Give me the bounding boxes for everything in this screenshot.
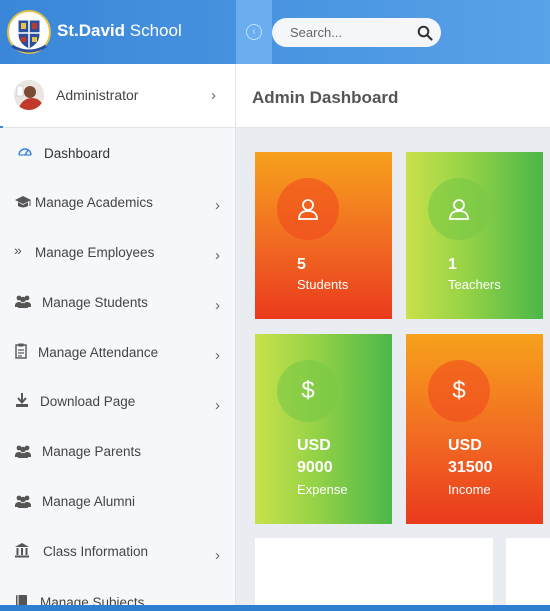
chevron-right-icon: › <box>215 197 220 214</box>
sidebar-item-label: Manage Attendance <box>38 345 159 360</box>
users-icon <box>15 495 31 508</box>
sidebar-item-manage-parents[interactable]: Manage Parents <box>0 428 235 476</box>
chevron-right-icon: › <box>215 547 220 564</box>
chevron-right-icon: › <box>215 297 220 314</box>
download-icon <box>16 393 28 407</box>
brand[interactable]: St.David School <box>0 0 236 64</box>
dashboard-content: 5 Students 1 Teachers $ USD 9000 Expense… <box>236 128 550 611</box>
user-icon-circle <box>428 178 490 240</box>
card-currency: USD <box>297 437 331 454</box>
dollar-icon: $ <box>301 377 315 404</box>
card-label: Income <box>448 482 491 497</box>
card-label: Teachers <box>448 277 501 292</box>
sidebar-item-manage-academics[interactable]: Manage Academics › <box>0 178 235 226</box>
teachers-card[interactable]: 1 Teachers <box>406 152 543 319</box>
sidebar-item-class-information[interactable]: Class Information › <box>0 528 235 576</box>
sidebar-item-manage-attendance[interactable]: Manage Attendance › <box>0 328 235 376</box>
school-logo-icon <box>7 10 51 54</box>
dollar-icon-circle: $ <box>277 360 339 422</box>
search-box <box>272 18 441 47</box>
card-currency: USD <box>448 437 482 454</box>
clipboard-icon <box>15 343 27 359</box>
card-value: 5 <box>297 256 306 273</box>
sidebar-item-dashboard[interactable]: Dashboard <box>0 128 235 176</box>
building-icon <box>15 543 29 558</box>
sidebar-item-label: Manage Alumni <box>42 494 136 509</box>
user-icon <box>449 199 469 220</box>
users-icon <box>15 295 31 308</box>
income-card[interactable]: $ USD 31500 Income <box>406 334 543 524</box>
search-input[interactable] <box>272 18 412 47</box>
users-icon <box>15 445 31 458</box>
double-chevron-icon: » <box>14 242 22 258</box>
dollar-icon-circle: $ <box>428 360 490 422</box>
sidebar-item-manage-students[interactable]: Manage Students › <box>0 278 235 326</box>
card-value: 31500 <box>448 459 493 476</box>
card-value: 9000 <box>297 459 333 476</box>
admin-menu[interactable]: Administrator › <box>0 64 235 128</box>
user-icon-circle <box>277 178 339 240</box>
card-value: 1 <box>448 256 457 273</box>
card-label: Expense <box>297 482 348 497</box>
brand-name: St.David School <box>57 21 182 40</box>
page-header: Admin Dashboard <box>236 64 550 128</box>
sidebar-item-download-page[interactable]: Download Page › <box>0 378 235 426</box>
chevron-right-icon: › <box>211 87 216 104</box>
page-title: Admin Dashboard <box>252 88 399 107</box>
students-card[interactable]: 5 Students <box>255 152 392 319</box>
bottom-bar <box>0 605 550 611</box>
content-panel <box>506 538 550 611</box>
sidebar-item-label: Manage Parents <box>42 444 142 459</box>
expense-card[interactable]: $ USD 9000 Expense <box>255 334 392 524</box>
top-header: St.David School ‹ <box>0 0 550 64</box>
chevron-right-icon: › <box>215 347 220 364</box>
user-icon <box>298 199 318 220</box>
avatar <box>14 80 44 110</box>
chevron-right-icon: › <box>215 397 220 414</box>
search-icon[interactable] <box>417 25 433 41</box>
dollar-icon: $ <box>452 377 466 404</box>
admin-label: Administrator <box>56 87 139 103</box>
sidebar-item-manage-employees[interactable]: » Manage Employees › <box>0 228 235 276</box>
sidebar: Administrator › Dashboard Manage Academi… <box>0 64 236 611</box>
chevron-right-icon: › <box>215 247 220 264</box>
sidebar-item-label: Download Page <box>40 394 136 409</box>
sidebar-item-label: Class Information <box>43 544 149 559</box>
sidebar-item-manage-alumni[interactable]: Manage Alumni <box>0 478 235 526</box>
dashboard-icon <box>18 148 32 156</box>
card-label: Students <box>297 277 349 292</box>
sidebar-item-label: Manage Students <box>42 295 148 310</box>
sidebar-item-label: Manage Academics <box>35 195 153 210</box>
sidebar-item-label: Manage Employees <box>35 245 155 260</box>
sidebar-toggle-icon[interactable]: ‹ <box>246 24 262 40</box>
graduation-cap-icon <box>15 196 31 208</box>
content-panel <box>255 538 493 611</box>
sidebar-item-label: Dashboard <box>44 146 111 161</box>
